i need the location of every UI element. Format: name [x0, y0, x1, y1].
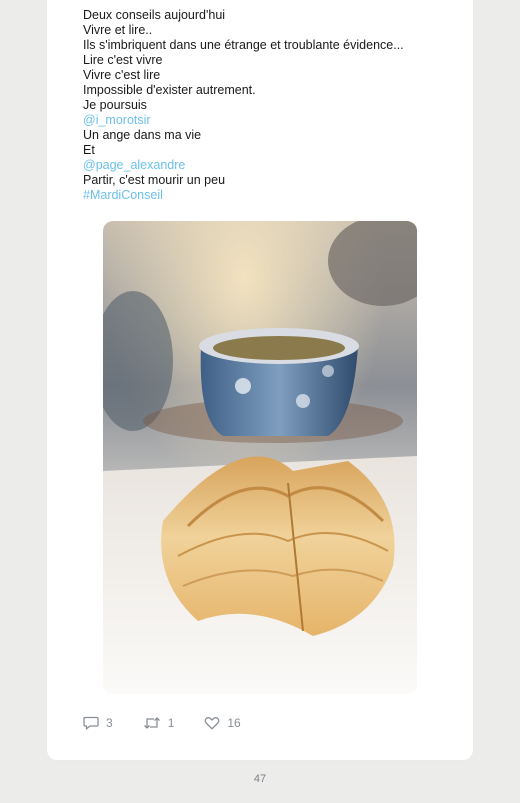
tweet-line: Impossible d'exister autrement.	[83, 83, 256, 97]
tweet-line: Vivre c'est lire	[83, 68, 161, 82]
tweet-text: Deux conseils aujourd'hui Vivre et lire.…	[83, 8, 483, 203]
reply-count: 3	[106, 716, 113, 730]
retweet-button[interactable]: 1	[143, 716, 175, 730]
tweet-line: Ils s'imbriquent dans une étrange et tro…	[83, 38, 404, 52]
retweet-icon	[143, 717, 160, 729]
heart-icon	[204, 717, 220, 730]
book-pastry-image	[103, 221, 417, 694]
comment-icon	[83, 716, 99, 730]
mention-link[interactable]: @i_morotsir	[83, 113, 483, 128]
mention-link[interactable]: @page_alexandre	[83, 158, 483, 173]
tweet-line: Je poursuis	[83, 98, 147, 112]
tweet-line: Partir, c'est mourir un peu	[83, 173, 226, 187]
page-number: 47	[253, 773, 267, 785]
like-count: 16	[227, 716, 241, 730]
hashtag-link[interactable]: #MardiConseil	[83, 188, 483, 203]
like-button[interactable]: 16	[204, 716, 241, 730]
tweet-line: Et	[83, 143, 95, 157]
reply-button[interactable]: 3	[83, 716, 113, 730]
tweet-line: Deux conseils aujourd'hui	[83, 8, 226, 22]
tweet-actions: 3 1 16	[83, 713, 271, 733]
retweet-count: 1	[167, 716, 175, 730]
tweet-line: Un ange dans ma vie	[83, 128, 202, 142]
tweet-photo[interactable]	[103, 221, 417, 694]
tweet-line: Lire c'est vivre	[83, 53, 163, 67]
tweet-line: Vivre et lire..	[83, 23, 153, 37]
